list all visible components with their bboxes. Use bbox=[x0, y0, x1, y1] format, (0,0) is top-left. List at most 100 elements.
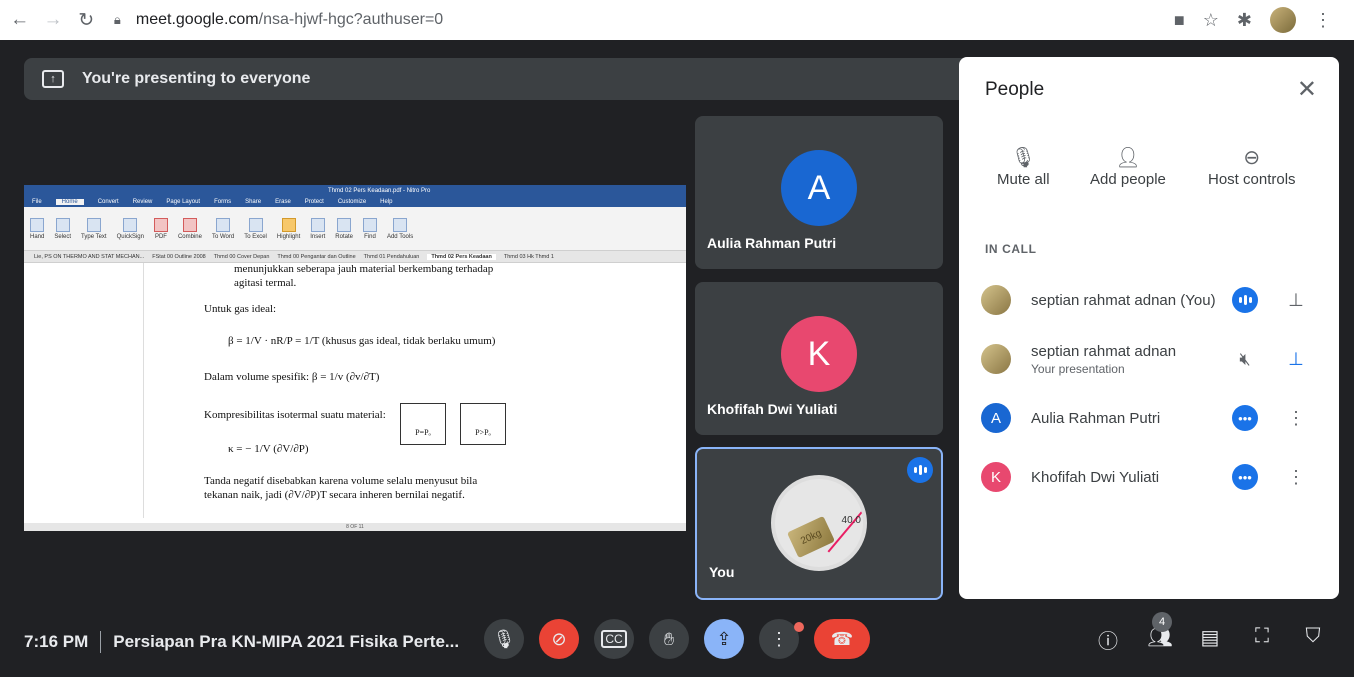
ribbon-quicksign: QuickSign bbox=[117, 217, 144, 240]
pin-icon[interactable]: ⊥ bbox=[1286, 290, 1306, 311]
speaking-indicator-icon bbox=[907, 457, 933, 483]
ribbon-label: Type Text bbox=[81, 233, 107, 240]
ribbon-hand: Hand bbox=[30, 217, 45, 240]
ribbon-to-word: To Word bbox=[211, 217, 235, 240]
member-row[interactable]: septian rahmat adnan Your presentation 🔇︎… bbox=[959, 337, 1339, 381]
action-label: Host controls bbox=[1208, 171, 1296, 188]
unpin-icon[interactable]: ⊥ bbox=[1286, 349, 1306, 370]
more-options-button[interactable]: ⋮ bbox=[759, 619, 799, 659]
add-people-button[interactable]: 👤︎ Add people bbox=[1090, 143, 1166, 189]
ribbon-select: Select bbox=[54, 217, 71, 240]
address-bar[interactable]: 🔒︎ meet.google.com/nsa-hjwf-hgc?authuser… bbox=[114, 5, 1174, 35]
pdf-doc-tab: Thmd 01 Pendahuluan bbox=[363, 253, 420, 260]
member-name: septian rahmat adnan bbox=[1031, 342, 1177, 360]
member-row[interactable]: A Aulia Rahman Putri ••• ⋮ bbox=[959, 396, 1339, 440]
meet-stage: ↑ You're presenting to everyone Thmd 02 … bbox=[8, 40, 1354, 677]
raise-hand-button[interactable]: ✋︎ bbox=[649, 619, 689, 659]
forward-icon[interactable]: → bbox=[39, 6, 66, 34]
ribbon-find: Find bbox=[362, 217, 377, 240]
meeting-details-icon[interactable]: ⓘ bbox=[1095, 625, 1121, 654]
pdf-doc-tab: Thmd 00 Cover Depan bbox=[213, 253, 270, 260]
mute-all-button[interactable]: 🎙︎ Mute all bbox=[997, 143, 1050, 189]
pdf-statusbar: 8 OF 11 bbox=[24, 523, 686, 531]
toggle-icon: ⊖ bbox=[1243, 146, 1261, 169]
participant-tile-khofifah[interactable]: K Khofifah Dwi Yuliati bbox=[695, 282, 943, 435]
shared-screen: Thmd 02 Pers Keadaan.pdf - Nitro Pro Fil… bbox=[24, 185, 686, 531]
microphone-button[interactable]: 🎙︎ bbox=[484, 619, 524, 659]
pdf-menu-item: Protect bbox=[304, 199, 324, 205]
present-screen-icon: ↑ bbox=[42, 70, 64, 88]
pdf-titlebar: Thmd 02 Pers Keadaan.pdf - Nitro Pro bbox=[24, 185, 686, 197]
chat-icon[interactable]: ▤ bbox=[1197, 625, 1223, 650]
back-icon[interactable]: ← bbox=[6, 6, 33, 34]
kebab-menu-icon[interactable]: ⋮ bbox=[1286, 467, 1306, 488]
piston-diagram-2: P>Pₒ bbox=[460, 403, 506, 445]
ribbon-label: Highlight bbox=[276, 233, 301, 240]
host-controls-icon[interactable]: ⛉ bbox=[1300, 625, 1326, 648]
avatar bbox=[981, 285, 1011, 315]
url-path: /nsa-hjwf-hgc?authuser=0 bbox=[258, 11, 444, 28]
pdf-body: menunjukkan seberapa jauh material berke… bbox=[24, 263, 686, 518]
more-options-icon[interactable]: ••• bbox=[1232, 405, 1258, 431]
presenting-text: You're presenting to everyone bbox=[82, 70, 311, 87]
pdf-page-indicator: 8 OF 11 bbox=[346, 524, 364, 530]
ribbon-label: To Word bbox=[211, 233, 235, 240]
participant-tile-you[interactable]: 20kg 40.0 You bbox=[695, 447, 943, 600]
member-row[interactable]: K Khofifah Dwi Yuliati ••• ⋮ bbox=[959, 455, 1339, 499]
presenting-banner: ↑ You're presenting to everyone bbox=[24, 58, 974, 100]
reload-icon[interactable]: ↻ bbox=[73, 6, 100, 34]
close-icon[interactable]: ✕ bbox=[1297, 75, 1317, 104]
mute-presentation-icon[interactable]: 🔇︎ bbox=[1232, 346, 1258, 372]
ribbon-type-text: Type Text bbox=[81, 217, 107, 240]
camera-blocked-icon[interactable]: ■ bbox=[1174, 10, 1185, 31]
avatar: A bbox=[781, 150, 857, 226]
activities-icon[interactable]: ⛶ bbox=[1249, 625, 1275, 648]
people-panel: People ✕ 🎙︎ Mute all 👤︎ Add people ⊖ Hos… bbox=[959, 57, 1339, 599]
mic-off-icon: 🎙︎ bbox=[1010, 146, 1036, 169]
ribbon-label: Hand bbox=[30, 233, 45, 240]
ribbon-combine: Combine bbox=[178, 217, 202, 240]
kebab-menu-icon[interactable]: ⋮ bbox=[1286, 408, 1306, 429]
member-subtitle: Your presentation bbox=[1031, 361, 1125, 376]
pdf-doc-tab: Thmd 00 Pengantar dan Outline bbox=[277, 253, 356, 260]
ribbon-rotate: Rotate bbox=[335, 217, 353, 240]
menu-kebab-icon[interactable]: ⋮ bbox=[1314, 10, 1332, 31]
profile-picture: 20kg 40.0 bbox=[771, 475, 867, 571]
star-icon[interactable]: ☆ bbox=[1203, 10, 1219, 31]
captions-button[interactable]: CC bbox=[594, 619, 634, 659]
piston-label: P=Pₒ bbox=[415, 428, 431, 437]
pdf-page: menunjukkan seberapa jauh material berke… bbox=[204, 263, 584, 518]
pdf-title: Thmd 02 Pers Keadaan.pdf - Nitro Pro bbox=[328, 188, 431, 194]
ribbon-label: Insert bbox=[310, 233, 326, 240]
captions-icon: CC bbox=[601, 630, 627, 648]
ribbon-label: To Excel bbox=[244, 233, 267, 240]
host-controls-button[interactable]: ⊖ Host controls bbox=[1208, 143, 1296, 189]
member-row[interactable]: septian rahmat adnan (You) ⊥ bbox=[959, 278, 1339, 322]
present-now-button[interactable]: ⇪ bbox=[704, 619, 744, 659]
participant-name: You bbox=[709, 564, 735, 580]
avatar: K bbox=[781, 316, 857, 392]
pdf-menu-item: File bbox=[32, 199, 42, 205]
action-label: Add people bbox=[1090, 171, 1166, 188]
participant-name: Aulia Rahman Putri bbox=[707, 235, 837, 251]
extensions-icon[interactable]: ✱ bbox=[1237, 10, 1252, 31]
leave-call-button[interactable]: ☎︎ bbox=[814, 619, 870, 659]
pdf-text: tekanan naik, jadi (∂V/∂P)T secara inher… bbox=[204, 489, 465, 501]
pdf-text: menunjukkan seberapa jauh material berke… bbox=[234, 263, 494, 275]
camera-off-icon: ⊘ bbox=[551, 628, 567, 649]
avatar: K bbox=[981, 462, 1011, 492]
pdf-equation: β = 1/V · nR/P = 1/T (khusus gas ideal, … bbox=[228, 335, 496, 347]
pdf-text: Untuk gas ideal: bbox=[204, 303, 277, 315]
profile-avatar[interactable] bbox=[1270, 7, 1296, 33]
browser-toolbar: ← → ↻ 🔒︎ meet.google.com/nsa-hjwf-hgc?au… bbox=[0, 0, 1354, 40]
pdf-menu: File Home Convert Review Page Layout For… bbox=[24, 197, 686, 207]
kebab-icon: ⋮ bbox=[770, 628, 788, 649]
camera-off-button[interactable]: ⊘ bbox=[539, 619, 579, 659]
ribbon-insert: Insert bbox=[310, 217, 326, 240]
action-label: Mute all bbox=[997, 171, 1050, 188]
pdf-ribbon: Hand Select Type Text QuickSign PDF Comb… bbox=[24, 207, 686, 251]
url-host: meet.google.com bbox=[135, 11, 259, 28]
participant-tile-aulia[interactable]: A Aulia Rahman Putri bbox=[695, 116, 943, 269]
more-options-icon[interactable]: ••• bbox=[1232, 464, 1258, 490]
pdf-menu-item: Review bbox=[132, 199, 153, 205]
